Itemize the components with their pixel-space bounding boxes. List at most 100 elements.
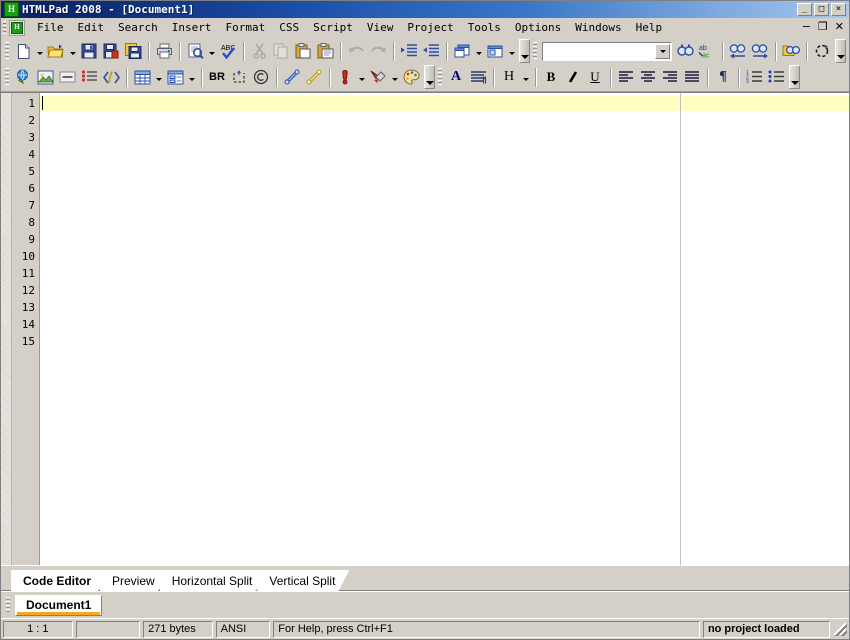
menu-item-windows[interactable]: Windows — [568, 19, 628, 36]
color-brush-icon[interactable] — [367, 66, 389, 88]
paste-special-icon[interactable] — [314, 40, 336, 62]
align-right-icon[interactable] — [659, 66, 681, 88]
tab-preview[interactable]: Preview — [100, 570, 169, 591]
document-tab-document1[interactable]: Document1 — [15, 594, 103, 616]
br-icon[interactable]: BR — [206, 66, 228, 88]
menu-item-edit[interactable]: Edit — [71, 19, 112, 36]
open-folder-icon[interactable] — [45, 40, 67, 62]
palette-icon[interactable] — [400, 66, 422, 88]
outdent-icon[interactable] — [420, 40, 442, 62]
ordered-list-icon[interactable]: 123 — [743, 66, 765, 88]
mdi-document-icon[interactable]: H — [9, 19, 25, 36]
menu-item-tools[interactable]: Tools — [461, 19, 508, 36]
spellcheck-icon[interactable]: ABC — [217, 40, 239, 62]
form-dropdown-icon[interactable] — [186, 66, 197, 88]
mdi-close-button[interactable]: ✕ — [835, 21, 844, 32]
image-icon[interactable] — [34, 66, 56, 88]
yellow-scroll-icon[interactable] — [303, 66, 325, 88]
table-dropdown-icon[interactable] — [153, 66, 164, 88]
heading-dropdown-icon[interactable] — [520, 66, 531, 88]
save-as-icon[interactable] — [100, 40, 122, 62]
find-previous-icon[interactable] — [727, 40, 749, 62]
code-text-area[interactable] — [40, 93, 849, 565]
table-icon[interactable] — [131, 66, 153, 88]
window-cascade-icon[interactable] — [451, 40, 473, 62]
search-dropdown-icon[interactable] — [655, 43, 670, 59]
toolbar-standard-overflow-button[interactable] — [519, 39, 530, 63]
tab-horizontal-split[interactable]: Horizontal Split — [160, 570, 267, 591]
menu-item-view[interactable]: View — [360, 19, 401, 36]
justify-icon[interactable] — [681, 66, 703, 88]
toolbar-html-grip[interactable] — [5, 68, 9, 86]
save-icon[interactable] — [78, 40, 100, 62]
menu-item-file[interactable]: File — [30, 19, 71, 36]
code-editor[interactable]: 1 2 3 4 5 6 7 8 9 10 11 12 13 14 15 — [1, 92, 849, 565]
open-folder-dropdown-icon[interactable] — [67, 40, 78, 62]
horizontal-rule-icon[interactable] — [56, 66, 78, 88]
find-in-files-icon[interactable] — [780, 40, 802, 62]
close-button[interactable]: × — [831, 3, 846, 16]
new-file-dropdown-icon[interactable] — [34, 40, 45, 62]
menu-item-insert[interactable]: Insert — [165, 19, 219, 36]
blue-scroll-icon[interactable] — [281, 66, 303, 88]
toolbar-search-overflow-button[interactable] — [835, 39, 846, 63]
print-preview-dropdown-icon[interactable] — [206, 40, 217, 62]
window-cascade-dropdown-icon[interactable] — [473, 40, 484, 62]
undo-icon[interactable] — [345, 40, 367, 62]
window-tile-dropdown-icon[interactable] — [506, 40, 517, 62]
resize-grip[interactable] — [833, 622, 847, 636]
minimize-button[interactable]: _ — [797, 3, 812, 16]
indent-icon[interactable] — [398, 40, 420, 62]
paste-icon[interactable] — [292, 40, 314, 62]
print-preview-icon[interactable] — [184, 40, 206, 62]
heading-icon[interactable]: H — [498, 66, 520, 88]
save-all-icon[interactable] — [122, 40, 144, 62]
toolbar-format-overflow-button[interactable] — [789, 65, 800, 89]
toolbar-format-grip[interactable] — [438, 68, 442, 86]
tab-code-editor[interactable]: Code Editor — [11, 570, 109, 591]
toolbar-search-grip[interactable] — [533, 42, 537, 60]
mdi-restore-button[interactable]: ❐ — [818, 21, 828, 32]
find-next-icon[interactable] — [749, 40, 771, 62]
menu-item-script[interactable]: Script — [306, 19, 360, 36]
italic-icon[interactable] — [562, 66, 584, 88]
align-left-icon[interactable] — [615, 66, 637, 88]
refresh-icon[interactable] — [811, 40, 833, 62]
special-char-dropdown-icon[interactable] — [356, 66, 367, 88]
print-icon[interactable] — [153, 40, 175, 62]
menu-item-format[interactable]: Format — [219, 19, 273, 36]
menu-item-options[interactable]: Options — [508, 19, 568, 36]
search-input[interactable] — [542, 41, 672, 61]
font-icon[interactable]: A — [445, 66, 467, 88]
document-tabs-grip[interactable] — [6, 597, 10, 613]
menu-item-help[interactable]: Help — [629, 19, 670, 36]
cut-icon[interactable] — [248, 40, 270, 62]
menu-grip[interactable] — [3, 21, 6, 34]
menu-item-css[interactable]: CSS — [272, 19, 306, 36]
hyperlink-icon[interactable] — [12, 66, 34, 88]
window-tile-icon[interactable] — [484, 40, 506, 62]
menu-item-project[interactable]: Project — [400, 19, 460, 36]
underline-icon[interactable]: U — [584, 66, 606, 88]
color-brush-dropdown-icon[interactable] — [389, 66, 400, 88]
bold-icon[interactable]: B — [540, 66, 562, 88]
pilcrow-icon[interactable]: ¶ — [712, 66, 734, 88]
new-file-icon[interactable] — [12, 40, 34, 62]
form-icon[interactable] — [164, 66, 186, 88]
toolbar-html-overflow-button[interactable] — [424, 65, 435, 89]
find-icon[interactable] — [674, 40, 696, 62]
script-icon[interactable] — [100, 66, 122, 88]
copyright-icon[interactable] — [250, 66, 272, 88]
mdi-minimize-button[interactable]: − — [802, 21, 811, 32]
paragraph-style-icon[interactable] — [467, 66, 489, 88]
unordered-list-icon[interactable] — [765, 66, 787, 88]
toolbar-standard-grip[interactable] — [5, 42, 9, 60]
copy-icon[interactable] — [270, 40, 292, 62]
redo-icon[interactable] — [367, 40, 389, 62]
menu-item-search[interactable]: Search — [111, 19, 165, 36]
maximize-button[interactable]: □ — [814, 3, 829, 16]
tab-vertical-split[interactable]: Vertical Split — [257, 570, 349, 591]
list-icon[interactable] — [78, 66, 100, 88]
replace-icon[interactable]: ab ac — [696, 40, 718, 62]
nbsp-icon[interactable] — [228, 66, 250, 88]
